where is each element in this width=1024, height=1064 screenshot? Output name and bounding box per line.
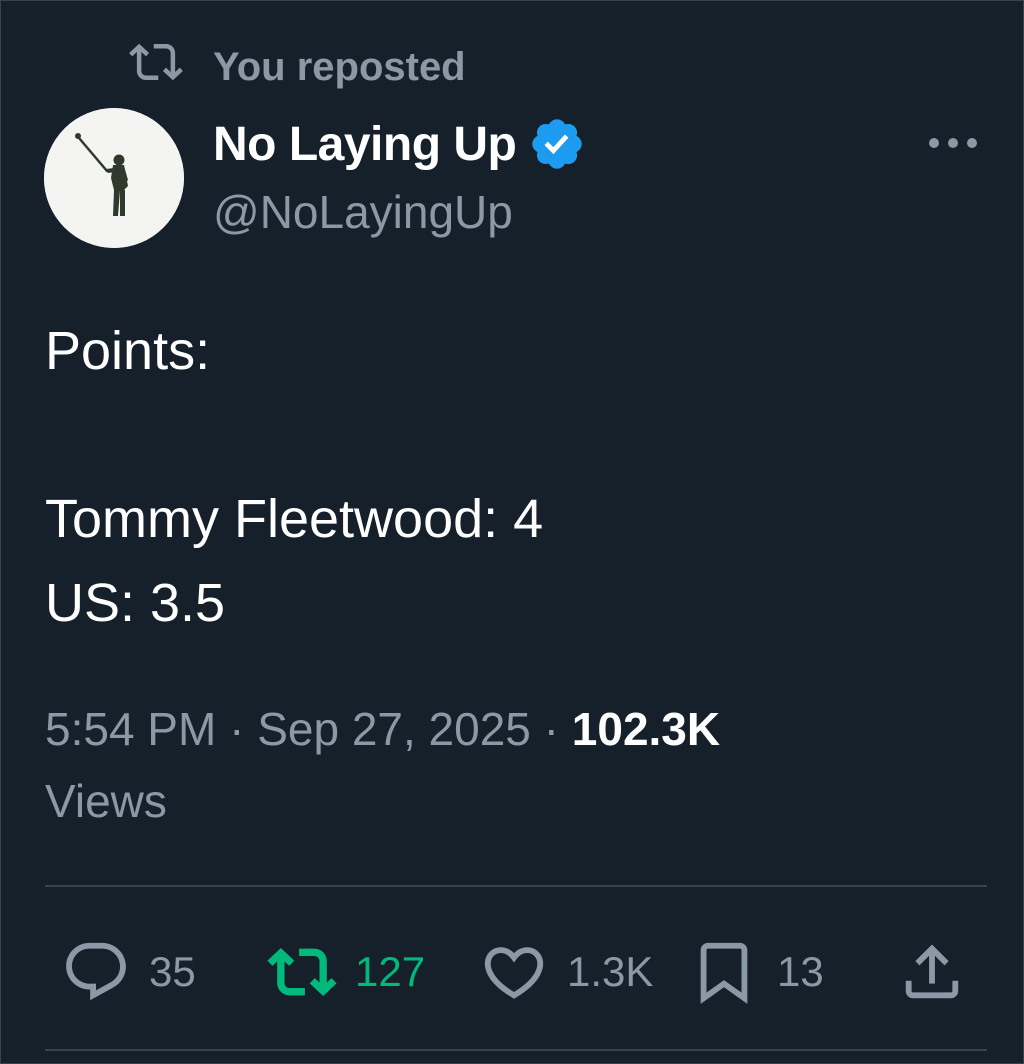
like-button[interactable]: 1.3K	[479, 927, 653, 1017]
meta-separator: ·	[229, 703, 245, 755]
bookmark-count: 13	[777, 948, 824, 995]
reply-count: 35	[149, 948, 196, 995]
tweet-meta: 5:54 PM · Sep 27, 2025 · 102.3K Views	[45, 693, 945, 837]
divider	[45, 1049, 987, 1051]
like-count: 1.3K	[567, 948, 654, 995]
tweet-time[interactable]: 5:54 PM	[45, 703, 216, 755]
meta-separator: ·	[543, 703, 559, 755]
reply-icon	[66, 942, 126, 1001]
views-count[interactable]: 102.3K	[572, 703, 720, 755]
share-icon	[905, 944, 959, 999]
repost-label: You reposted	[213, 44, 466, 89]
bookmark-button[interactable]: 13	[689, 927, 824, 1017]
repost-icon	[267, 948, 337, 996]
repost-count: 127	[355, 948, 426, 995]
action-bar: 35 127 1.3K 13	[1, 927, 1024, 1017]
heart-icon	[484, 947, 544, 999]
author-name-row[interactable]: No Laying Up	[213, 113, 586, 175]
reply-button[interactable]: 35	[61, 927, 196, 1017]
author-display-name[interactable]: No Laying Up	[213, 117, 517, 172]
avatar[interactable]	[44, 108, 184, 248]
views-label[interactable]: Views	[45, 775, 167, 827]
divider	[45, 885, 987, 887]
author-handle[interactable]: @NoLayingUp	[213, 185, 513, 239]
repost-context[interactable]: You reposted	[129, 41, 466, 93]
repost-button[interactable]: 127	[267, 927, 425, 1017]
repost-icon	[129, 35, 213, 99]
golfer-silhouette-icon	[44, 108, 184, 248]
share-button[interactable]	[897, 927, 967, 1017]
tweet-date[interactable]: Sep 27, 2025	[257, 703, 531, 755]
tweet-text: Points: Tommy Fleetwood: 4 US: 3.5	[45, 321, 544, 633]
tweet-card: You reposted No Laying Up @NoLayingUp Po…	[0, 0, 1024, 1064]
more-options-icon[interactable]	[923, 121, 983, 165]
bookmark-icon	[700, 942, 748, 1004]
verified-badge-icon[interactable]	[528, 115, 586, 173]
